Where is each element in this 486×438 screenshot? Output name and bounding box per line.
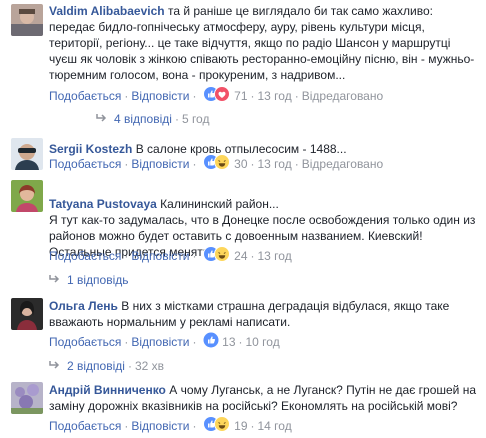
- avatar-photo-icon: [11, 180, 43, 212]
- avatar-photo-icon: [11, 382, 43, 414]
- avatar-photo-icon: [11, 138, 43, 170]
- like-link[interactable]: Подобається: [49, 249, 121, 263]
- reactions-icon[interactable]: [202, 154, 231, 174]
- reply-link[interactable]: Відповісти: [131, 335, 189, 349]
- comment-text: В салоне кровь отпылесосим - 1488...: [135, 142, 347, 156]
- comment-time[interactable]: 14 год: [258, 419, 292, 433]
- comment-actions: Подобається · Відповісти · 30 · 13 год · Відред…: [49, 154, 383, 174]
- reply-link[interactable]: Відповісти: [131, 419, 189, 433]
- avatar[interactable]: [11, 4, 43, 36]
- comment-actions: Подобається · Відповісти · 13 · 10 год: [49, 332, 280, 352]
- comment-item: Sergii Kostezh В салоне кровь отпылесоси…: [0, 134, 486, 176]
- comment-body: Ольга Лень В них з містками страшна дегр…: [49, 298, 477, 330]
- reactions-icon[interactable]: [202, 86, 231, 106]
- replies-link[interactable]: 4 відповіді: [114, 112, 172, 126]
- edited-label[interactable]: Відредаговано: [302, 157, 383, 171]
- reply-arrow-icon: [49, 358, 61, 374]
- replies-row[interactable]: 1 відповідь: [49, 272, 129, 288]
- comment-author[interactable]: Sergii Kostezh: [49, 142, 132, 156]
- like-link[interactable]: Подобається: [49, 89, 121, 103]
- reply-arrow-icon: [49, 272, 61, 288]
- avatar-photo-icon: [11, 4, 43, 36]
- like-link[interactable]: Подобається: [49, 157, 121, 171]
- like-link[interactable]: Подобається: [49, 419, 121, 433]
- comment-author[interactable]: Tatyana Pustovaya: [49, 197, 157, 211]
- avatar[interactable]: [11, 138, 43, 170]
- like-link[interactable]: Подобається: [49, 335, 121, 349]
- comment-body: Valdim Alibabaevich та й раніше це вигля…: [49, 3, 481, 83]
- comment-actions: Подобається · Відповісти · 24 · 13 год: [49, 246, 292, 266]
- comment-author[interactable]: Ольга Лень: [49, 299, 118, 313]
- edited-label[interactable]: Відредаговано: [302, 89, 383, 103]
- reply-arrow-icon: [96, 111, 108, 127]
- reaction-count[interactable]: 30: [234, 157, 247, 171]
- replies-row[interactable]: 4 відповіді · 5 год: [96, 111, 209, 127]
- reply-link[interactable]: Відповісти: [131, 157, 189, 171]
- comment-time[interactable]: 13 год: [258, 249, 292, 263]
- comment-body: Sergii Kostezh В салоне кровь отпылесоси…: [49, 141, 481, 157]
- comment-actions: Подобається · Відповісти · 71 · 13 год · Відред…: [49, 86, 383, 106]
- avatar[interactable]: [11, 180, 43, 212]
- comment-item: Valdim Alibabaevich та й раніше це вигля…: [0, 0, 486, 130]
- reply-link[interactable]: Відповісти: [131, 89, 189, 103]
- comment-item: Tatyana Pustovaya Калининский район... Я…: [0, 176, 486, 288]
- comment-body: Андрій Винниченко А чому Луганськ, а не …: [49, 382, 477, 414]
- reaction-count[interactable]: 24: [234, 249, 247, 263]
- like-reaction-icon[interactable]: [203, 332, 219, 352]
- reactions-icon[interactable]: [202, 246, 231, 266]
- reply-link[interactable]: Відповісти: [131, 249, 189, 263]
- replies-time: 32 хв: [134, 359, 164, 373]
- reaction-count[interactable]: 13: [222, 335, 235, 349]
- comment-time[interactable]: 10 год: [246, 335, 280, 349]
- reaction-count[interactable]: 19: [234, 419, 247, 433]
- reactions-icon[interactable]: [202, 416, 231, 436]
- reaction-count[interactable]: 71: [234, 89, 247, 103]
- comment-author[interactable]: Valdim Alibabaevich: [49, 4, 165, 18]
- comment-item: Ольга Лень В них з містками страшна дегр…: [0, 294, 486, 374]
- replies-link[interactable]: 2 відповіді: [67, 359, 125, 373]
- replies-link[interactable]: 1 відповідь: [67, 273, 129, 287]
- comment-time[interactable]: 13 год: [258, 89, 292, 103]
- avatar-photo-icon: [11, 298, 43, 330]
- comment-item: Андрій Винниченко А чому Луганськ, а не …: [0, 378, 486, 438]
- comment-actions: Подобається · Відповісти · 19 · 14 год: [49, 416, 292, 436]
- replies-row[interactable]: 2 відповіді · 32 хв: [49, 358, 164, 374]
- avatar[interactable]: [11, 382, 43, 414]
- comment-time[interactable]: 13 год: [258, 157, 292, 171]
- replies-time: 5 год: [181, 112, 210, 126]
- comment-author[interactable]: Андрій Винниченко: [49, 383, 166, 397]
- avatar[interactable]: [11, 298, 43, 330]
